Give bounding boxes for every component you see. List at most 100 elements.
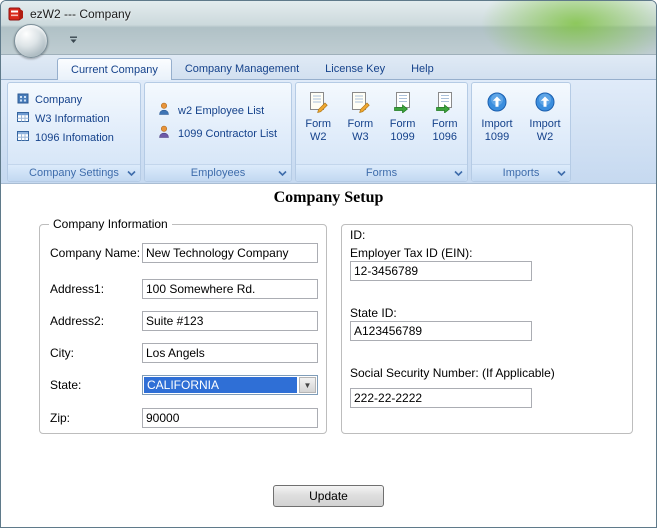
company-information-groupbox: Company Information Company Name: Addres… bbox=[39, 217, 327, 434]
update-button[interactable]: Update bbox=[273, 485, 384, 507]
contractor-person-icon bbox=[156, 124, 172, 143]
field-row-address1: Address1: bbox=[50, 279, 318, 299]
state-selected-value: CALIFORNIA bbox=[144, 377, 297, 393]
zip-input[interactable] bbox=[142, 408, 318, 428]
field-row-address2: Address2: bbox=[50, 311, 318, 331]
ribbon-item-label: W3 Information bbox=[35, 112, 110, 125]
company-name-input[interactable] bbox=[142, 243, 318, 263]
main-content: Company Setup Company Information Compan… bbox=[1, 185, 656, 527]
form-1096-icon bbox=[434, 91, 456, 113]
tab-label: Help bbox=[411, 62, 434, 75]
group-caption-company-settings: Company Settings bbox=[8, 164, 140, 181]
big-button-label-line2: W2 bbox=[536, 131, 554, 143]
form-w2-icon bbox=[307, 91, 329, 113]
group-caption-label: Imports bbox=[502, 167, 540, 179]
imports-buttons: Import 1099 Import W2 bbox=[472, 83, 570, 144]
ribbon-item-company[interactable]: Company bbox=[8, 90, 140, 109]
employee-person-icon bbox=[156, 101, 172, 120]
application-menu-button[interactable] bbox=[14, 24, 48, 58]
field-row-city: City: bbox=[50, 343, 318, 363]
state-label: State: bbox=[50, 378, 82, 392]
ribbon-item-label: 1099 Contractor List bbox=[178, 127, 278, 140]
group-caption-forms: Forms bbox=[296, 164, 467, 181]
big-button-label-line1: Form bbox=[389, 118, 416, 130]
tab-company-management[interactable]: Company Management bbox=[172, 58, 312, 79]
window-chrome: ezW2 --- Company bbox=[1, 1, 656, 71]
tab-label: Current Company bbox=[71, 63, 158, 76]
address1-label: Address1: bbox=[50, 282, 105, 296]
1096-information-icon bbox=[16, 129, 30, 146]
import-1099-button[interactable]: Import 1099 bbox=[474, 89, 520, 144]
ribbon-item-w3-information[interactable]: W3 Information bbox=[8, 109, 140, 128]
tab-label: License Key bbox=[325, 62, 386, 75]
dialog-launcher-icon[interactable] bbox=[556, 168, 567, 179]
city-input[interactable] bbox=[142, 343, 318, 363]
field-row-zip: Zip: bbox=[50, 408, 318, 428]
big-button-label-line2: W2 bbox=[309, 131, 327, 143]
employees-list: w2 Employee List 1099 Contractor List bbox=[145, 83, 291, 145]
dialog-launcher-icon[interactable] bbox=[277, 168, 288, 179]
import-1099-icon bbox=[486, 91, 508, 113]
tab-label: Company Management bbox=[184, 62, 300, 75]
dialog-launcher-icon[interactable] bbox=[453, 168, 464, 179]
zip-label: Zip: bbox=[50, 411, 71, 425]
ribbon-group-employees: w2 Employee List 1099 Contractor List Em… bbox=[144, 82, 292, 182]
w3-information-icon bbox=[16, 110, 30, 127]
combo-dropdown-arrow-icon[interactable]: ▼ bbox=[299, 377, 316, 393]
ein-label: Employer Tax ID (EIN): bbox=[350, 246, 473, 260]
group-caption-label: Forms bbox=[365, 167, 398, 179]
quick-access-dropdown-button[interactable] bbox=[65, 32, 81, 47]
state-id-label: State ID: bbox=[350, 306, 397, 320]
ribbon-item-1099-contractor-list[interactable]: 1099 Contractor List bbox=[145, 122, 291, 145]
ribbon-item-label: Company bbox=[35, 93, 83, 106]
ribbon-group-company-settings: Company W3 Information 1096 Infomation C… bbox=[7, 82, 141, 182]
import-w2-icon bbox=[534, 91, 556, 113]
address2-input[interactable] bbox=[142, 311, 318, 331]
ribbon-tab-bar: Current Company Company Management Licen… bbox=[1, 55, 656, 80]
ribbon-item-label: 1096 Infomation bbox=[35, 131, 114, 144]
form-w3-button[interactable]: Form W3 bbox=[340, 89, 380, 144]
state-id-input[interactable] bbox=[350, 321, 532, 341]
page-title: Company Setup bbox=[273, 189, 384, 206]
ssn-label: Social Security Number: (If Applicable) bbox=[350, 366, 555, 380]
forms-buttons: Form W2 Form W3 Form 1099 Form 1096 bbox=[296, 83, 467, 144]
big-button-label-line1: Form bbox=[431, 118, 458, 130]
form-1099-button[interactable]: Form 1099 bbox=[383, 89, 423, 144]
big-button-label-line1: Import bbox=[481, 118, 513, 130]
window-title: ezW2 --- Company bbox=[30, 7, 131, 21]
big-button-label-line2: 1096 bbox=[432, 131, 457, 143]
group-caption-imports: Imports bbox=[472, 164, 570, 181]
tab-current-company[interactable]: Current Company bbox=[57, 58, 172, 80]
ribbon: Company W3 Information 1096 Infomation C… bbox=[1, 79, 656, 184]
ribbon-group-imports: Import 1099 Import W2 Imports bbox=[471, 82, 571, 182]
title-bar[interactable]: ezW2 --- Company bbox=[1, 1, 656, 27]
app-window: ezW2 --- Company Current Company Company… bbox=[0, 0, 657, 528]
big-button-label-line2: 1099 bbox=[390, 131, 415, 143]
ribbon-item-1096-information[interactable]: 1096 Infomation bbox=[8, 128, 140, 147]
id-groupbox: ID: Employer Tax ID (EIN): State ID: Soc… bbox=[341, 224, 633, 434]
big-button-label-line2: 1099 bbox=[484, 131, 510, 143]
form-1096-button[interactable]: Form 1096 bbox=[425, 89, 465, 144]
company-settings-list: Company W3 Information 1096 Infomation bbox=[8, 83, 140, 147]
state-select[interactable]: CALIFORNIA ▼ bbox=[142, 375, 318, 395]
tab-help[interactable]: Help bbox=[398, 58, 447, 79]
city-label: City: bbox=[50, 346, 74, 360]
big-button-label-line1: Form bbox=[305, 118, 332, 130]
id-heading: ID: bbox=[350, 228, 366, 242]
ssn-input[interactable] bbox=[350, 388, 532, 408]
dialog-launcher-icon[interactable] bbox=[126, 168, 137, 179]
ribbon-group-forms: Form W2 Form W3 Form 1099 Form 1096 Form… bbox=[295, 82, 468, 182]
field-row-company-name: Company Name: bbox=[50, 243, 318, 263]
address2-label: Address2: bbox=[50, 314, 105, 328]
tab-license-key[interactable]: License Key bbox=[312, 58, 398, 79]
ein-input[interactable] bbox=[350, 261, 532, 281]
form-w2-button[interactable]: Form W2 bbox=[298, 89, 338, 144]
company-information-legend: Company Information bbox=[49, 217, 172, 231]
ribbon-item-w2-employee-list[interactable]: w2 Employee List bbox=[145, 99, 291, 122]
app-icon bbox=[8, 6, 24, 22]
group-caption-label: Employees bbox=[190, 167, 246, 179]
company-icon bbox=[16, 91, 30, 108]
import-w2-button[interactable]: Import W2 bbox=[522, 89, 568, 144]
big-button-label-line1: Form bbox=[347, 118, 374, 130]
address1-input[interactable] bbox=[142, 279, 318, 299]
